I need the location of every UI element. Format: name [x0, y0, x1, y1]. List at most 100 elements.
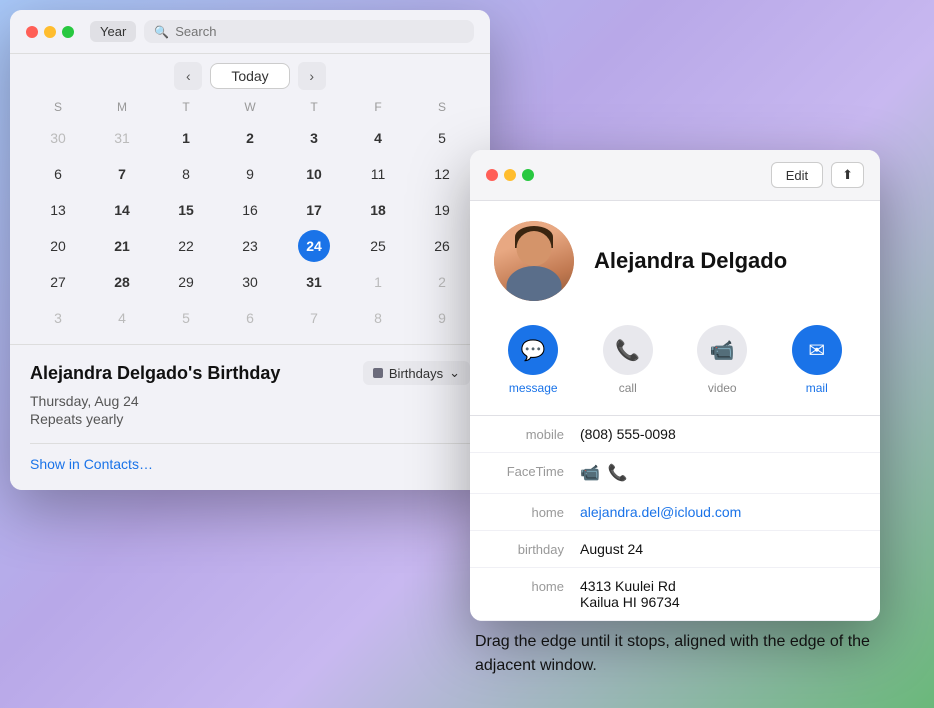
calendar-day[interactable]: 30 — [234, 266, 266, 298]
contact-titlebar: Edit ⬆ — [470, 150, 880, 201]
day-header-tue: T — [154, 98, 218, 116]
calendar-day[interactable]: 7 — [298, 302, 330, 334]
close-button[interactable] — [26, 26, 38, 38]
calendar-day[interactable]: 13 — [42, 194, 74, 226]
calendar-weeks: 3031123456789101112131415161718192021222… — [26, 120, 474, 336]
home-address-label: home — [494, 578, 564, 594]
contact-fullscreen-button[interactable] — [522, 169, 534, 181]
calendar-day[interactable]: 14 — [106, 194, 138, 226]
show-contacts-link[interactable]: Show in Contacts… — [30, 456, 153, 472]
message-button[interactable]: 💬 — [508, 325, 558, 375]
calendar-day[interactable]: 24 — [298, 230, 330, 262]
calendar-day[interactable]: 8 — [170, 158, 202, 190]
calendar-day[interactable]: 8 — [362, 302, 394, 334]
calendar-day[interactable]: 6 — [234, 302, 266, 334]
calendar-day[interactable]: 20 — [42, 230, 74, 262]
calendar-day[interactable]: 7 — [106, 158, 138, 190]
event-date: Thursday, Aug 24 — [30, 393, 470, 409]
fullscreen-button[interactable] — [62, 26, 74, 38]
calendar-day[interactable]: 4 — [362, 122, 394, 154]
call-action: 📞 call — [603, 325, 653, 395]
calendar-day[interactable]: 2 — [234, 122, 266, 154]
contact-minimize-button[interactable] — [504, 169, 516, 181]
video-button[interactable]: 📹 — [697, 325, 747, 375]
avatar-body — [507, 266, 562, 301]
calendar-titlebar: Year 🔍 — [10, 10, 490, 54]
instruction-text: Drag the edge until it stops, aligned wi… — [475, 630, 875, 678]
contact-window-buttons: Edit ⬆ — [771, 162, 864, 188]
event-repeat: Repeats yearly — [30, 411, 470, 427]
calendar-week-0: 30 31 12345 — [26, 120, 474, 156]
mobile-label: mobile — [494, 426, 564, 442]
calendar-day[interactable]: 4 — [106, 302, 138, 334]
calendar-grid: S M T W T F S 30311234567891011121314151… — [10, 98, 490, 344]
video-action: 📹 video — [697, 325, 747, 395]
birthday-label: birthday — [494, 541, 564, 557]
mail-button[interactable]: ✉ — [792, 325, 842, 375]
facetime-icons: 📹 📞 — [580, 463, 628, 483]
calendar-day[interactable]: 29 — [170, 266, 202, 298]
next-button[interactable]: › — [298, 62, 326, 90]
facetime-field-row: FaceTime 📹 📞 — [470, 453, 880, 494]
calendar-day[interactable]: 3 — [298, 122, 330, 154]
calendar-day[interactable]: 26 — [426, 230, 458, 262]
facetime-phone-icon[interactable]: 📞 — [608, 463, 628, 483]
birthday-field-row: birthday August 24 — [470, 531, 880, 568]
calendar-day[interactable]: 18 — [362, 194, 394, 226]
calendar-week-2: 13 14 15 16 17 18 19 — [26, 192, 474, 228]
calendar-day[interactable]: 2 — [426, 266, 458, 298]
day-header-wed: W — [218, 98, 282, 116]
calendar-day[interactable]: 25 — [362, 230, 394, 262]
calendar-day[interactable]: 5 — [426, 122, 458, 154]
calendar-day[interactable]: 30 — [42, 122, 74, 154]
call-button[interactable]: 📞 — [603, 325, 653, 375]
calendar-day[interactable]: 1 — [170, 122, 202, 154]
calendar-day[interactable]: 11 — [362, 158, 394, 190]
year-tab[interactable]: Year — [90, 21, 136, 42]
calendar-day[interactable]: 1 — [362, 266, 394, 298]
contact-close-button[interactable] — [486, 169, 498, 181]
search-input[interactable] — [175, 24, 464, 39]
prev-button[interactable]: ‹ — [174, 62, 202, 90]
calendar-day[interactable]: 9 — [234, 158, 266, 190]
edit-button[interactable]: Edit — [771, 162, 823, 188]
calendar-day[interactable]: 22 — [170, 230, 202, 262]
today-button[interactable]: Today — [210, 63, 289, 89]
calendar-day[interactable]: 15 — [170, 194, 202, 226]
calendar-day[interactable]: 31 — [106, 122, 138, 154]
calendar-day[interactable]: 16 — [234, 194, 266, 226]
minimize-button[interactable] — [44, 26, 56, 38]
message-label: message — [509, 381, 558, 395]
calendar-day[interactable]: 12 — [426, 158, 458, 190]
calendar-week-4: 27 28 29 30 31 12 — [26, 264, 474, 300]
calendar-day[interactable]: 10 — [298, 158, 330, 190]
day-header-fri: F — [346, 98, 410, 116]
contact-window: Edit ⬆ Alejandra Delgado 💬 message 📞 cal… — [470, 150, 880, 621]
calendar-day[interactable]: 6 — [42, 158, 74, 190]
calendar-day[interactable]: 9 — [426, 302, 458, 334]
calendar-day[interactable]: 5 — [170, 302, 202, 334]
mobile-value[interactable]: (808) 555-0098 — [580, 426, 856, 442]
calendar-day[interactable]: 17 — [298, 194, 330, 226]
calendar-day[interactable]: 31 — [298, 266, 330, 298]
calendar-day[interactable]: 21 — [106, 230, 138, 262]
birthdays-badge: Birthdays ⌄ — [363, 361, 470, 385]
calendar-day[interactable]: 27 — [42, 266, 74, 298]
calendar-day[interactable]: 19 — [426, 194, 458, 226]
action-buttons: 💬 message 📞 call 📹 video ✉ mail — [470, 317, 880, 415]
calendar-week-3: 20 21 22 23 24 25 26 — [26, 228, 474, 264]
message-action: 💬 message — [508, 325, 558, 395]
contact-name: Alejandra Delgado — [594, 248, 787, 274]
facetime-video-icon[interactable]: 📹 — [580, 463, 600, 483]
calendar-day[interactable]: 28 — [106, 266, 138, 298]
mail-action: ✉ mail — [792, 325, 842, 395]
email-value[interactable]: alejandra.del@icloud.com — [580, 504, 856, 520]
share-button[interactable]: ⬆ — [831, 162, 864, 188]
day-header-sun: S — [26, 98, 90, 116]
calendar-day[interactable]: 23 — [234, 230, 266, 262]
calendar-day[interactable]: 3 — [42, 302, 74, 334]
event-title-row: Alejandra Delgado's Birthday Birthdays ⌄ — [30, 361, 470, 385]
day-header-thu: T — [282, 98, 346, 116]
share-icon: ⬆ — [842, 167, 853, 182]
calendar-week-1: 6789 10 11 12 — [26, 156, 474, 192]
